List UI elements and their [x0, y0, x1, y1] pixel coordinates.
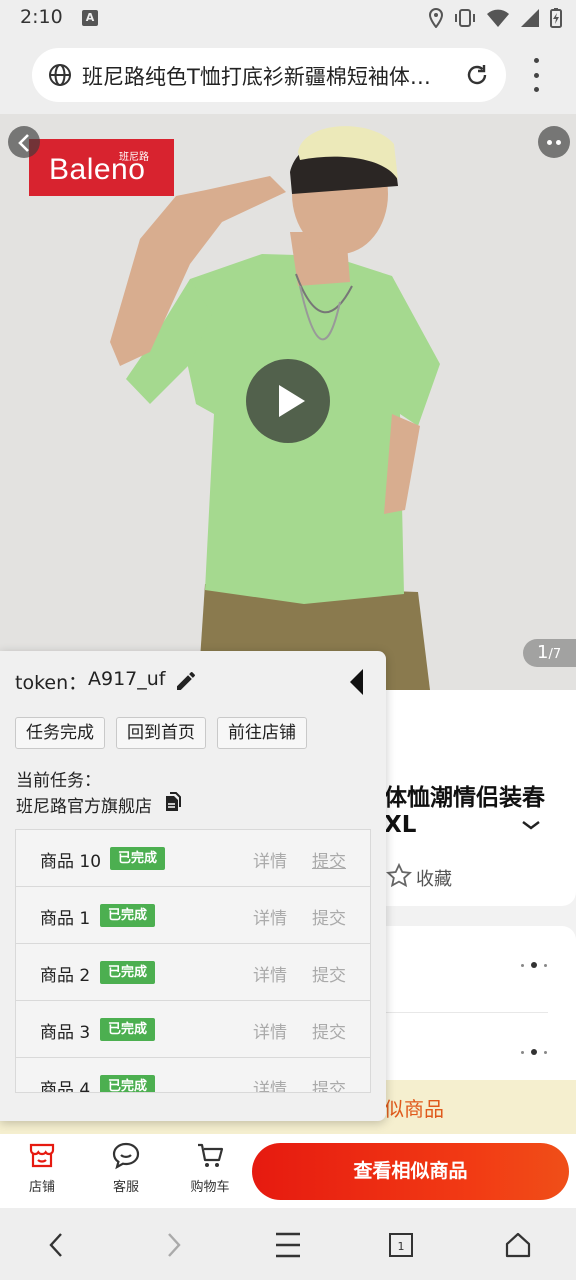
item-name: 商品 4 [40, 1080, 91, 1093]
customer-service-button[interactable]: 客服 [96, 1140, 156, 1195]
shop-button[interactable]: 店铺 [12, 1140, 72, 1195]
panel-button-row: 任务完成 回到首页 前往店铺 [15, 717, 307, 749]
current-task-label: 当前任务： [16, 771, 101, 791]
bottom-action-bar: 店铺 客服 购物车 查看相似商品 [0, 1134, 576, 1208]
customer-service-label: 客服 [112, 1180, 139, 1195]
item-detail-link[interactable]: 详情 [253, 904, 287, 929]
battery-icon [550, 8, 562, 28]
status-badge: 已完成 [100, 961, 156, 984]
current-task-value: 班尼路官方旗舰店 [16, 797, 152, 817]
status-time: 2:10 [20, 6, 63, 28]
status-badge: 已完成 [100, 904, 156, 927]
task-item-list[interactable]: 商品 10 已完成 详情 提交 商品 1 已完成 详情 提交 商品 2 已完成 … [15, 829, 371, 1093]
system-nav-bar: 1 [0, 1208, 576, 1280]
more-dots-icon[interactable] [521, 1049, 547, 1055]
item-detail-link[interactable]: 详情 [253, 961, 287, 986]
task-item-row: 商品 1 已完成 详情 提交 [16, 887, 370, 944]
address-bar[interactable]: 班尼路纯色T恤打底衫新疆棉短袖体… [32, 48, 506, 102]
item-submit-link[interactable]: 提交 [312, 1075, 346, 1092]
status-icons [428, 6, 562, 30]
token-value: A917_uf [88, 668, 166, 690]
task-item-row: 商品 4 已完成 详情 提交 [16, 1058, 370, 1093]
token-label: token： [15, 672, 88, 694]
wifi-icon [487, 9, 509, 27]
svg-text:1: 1 [398, 1240, 405, 1253]
shop-label: 店铺 [28, 1180, 55, 1195]
goto-shop-button[interactable]: 前往店铺 [217, 717, 307, 749]
task-complete-button[interactable]: 任务完成 [15, 717, 105, 749]
hamburger-menu-icon[interactable] [274, 1230, 302, 1260]
similar-products-text[interactable]: 似商品 [384, 1093, 444, 1122]
item-name: 商品 2 [40, 966, 91, 986]
cart-icon [198, 1143, 224, 1167]
signal-icon [521, 9, 539, 27]
more-options-button[interactable] [538, 126, 570, 158]
favorite-label[interactable]: 收藏 [416, 865, 452, 891]
task-panel: token： A917_uf 任务完成 回到首页 前往店铺 当前任务： 班尼路官… [0, 651, 386, 1121]
back-home-button[interactable]: 回到首页 [116, 717, 206, 749]
task-item-row: 商品 10 已完成 详情 提交 [16, 830, 370, 887]
copy-icon[interactable] [163, 792, 183, 812]
collapse-triangle-icon[interactable] [348, 668, 366, 696]
play-video-button[interactable] [246, 359, 330, 443]
item-submit-link[interactable]: 提交 [312, 1018, 346, 1043]
brand-logo-cn: 班尼路 [119, 152, 149, 163]
star-icon[interactable] [386, 863, 412, 889]
item-detail-link[interactable]: 详情 [253, 1018, 287, 1043]
task-item-row: 商品 3 已完成 详情 提交 [16, 1001, 370, 1058]
product-title-line1: 体恤潮情侣装春 [384, 785, 545, 811]
item-name: 商品 1 [40, 909, 91, 929]
item-name: 商品 10 [40, 852, 102, 872]
status-badge: 已完成 [100, 1075, 156, 1092]
product-title-line2: XL [384, 812, 417, 838]
accessibility-notification-icon: A [82, 10, 98, 26]
home-icon[interactable] [504, 1230, 532, 1260]
item-submit-link[interactable]: 提交 [312, 904, 346, 929]
task-item-row: 商品 2 已完成 详情 提交 [16, 944, 370, 1001]
browser-toolbar: 班尼路纯色T恤打底衫新疆棉短袖体… [0, 36, 576, 114]
shop-icon [29, 1143, 55, 1168]
pencil-icon[interactable] [174, 669, 198, 693]
chevron-down-icon[interactable] [520, 818, 542, 832]
product-media[interactable]: Baleno 班尼路 1/7 [0, 114, 576, 690]
image-counter-current: 1 [537, 642, 549, 663]
overflow-menu-icon[interactable] [524, 58, 548, 92]
chevron-left-icon [18, 134, 29, 152]
item-submit-link[interactable]: 提交 [312, 847, 346, 872]
image-counter: 1/7 [523, 639, 576, 667]
back-button[interactable] [8, 126, 40, 158]
play-icon [279, 385, 305, 417]
item-detail-link[interactable]: 详情 [253, 1075, 287, 1092]
status-badge: 已完成 [110, 847, 166, 870]
browser-back-icon[interactable] [44, 1230, 68, 1260]
view-similar-button[interactable]: 查看相似商品 [252, 1143, 569, 1200]
vibrate-icon [455, 9, 475, 27]
item-name: 商品 3 [40, 1023, 91, 1043]
image-counter-total: /7 [548, 647, 562, 662]
browser-forward-icon[interactable] [162, 1230, 186, 1260]
cart-button[interactable]: 购物车 [180, 1140, 240, 1195]
chat-icon [112, 1142, 140, 1170]
cart-label: 购物车 [190, 1180, 230, 1195]
status-badge: 已完成 [100, 1018, 156, 1041]
url-text[interactable]: 班尼路纯色T恤打底衫新疆棉短袖体… [82, 61, 458, 91]
brand-logo: Baleno 班尼路 [29, 139, 174, 196]
divider [384, 1012, 548, 1013]
more-dots-icon[interactable] [521, 962, 547, 968]
tabs-icon[interactable]: 1 [388, 1230, 414, 1260]
item-detail-link[interactable]: 详情 [253, 847, 287, 872]
location-icon [428, 8, 444, 28]
status-bar: 2:10 A [0, 0, 576, 36]
item-submit-link[interactable]: 提交 [312, 961, 346, 986]
reload-icon[interactable] [464, 62, 490, 88]
globe-icon [49, 64, 71, 86]
